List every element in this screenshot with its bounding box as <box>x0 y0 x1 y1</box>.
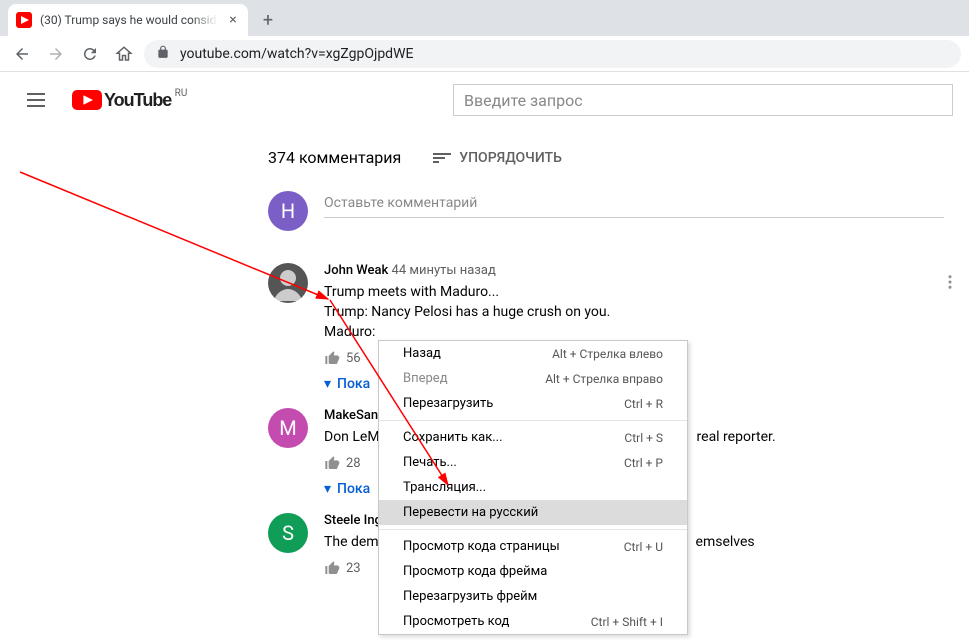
like-button[interactable]: 23 <box>324 560 361 576</box>
context-menu-label: Перезагрузить фрейм <box>403 589 537 604</box>
lock-icon <box>156 45 170 63</box>
add-comment-input[interactable]: Оставьте комментарий <box>324 191 944 218</box>
context-menu-label: Печать... <box>403 455 457 470</box>
comment-text: Trump meets with Maduro... Trump: Nancy … <box>324 282 964 342</box>
context-menu-label: Перевести на русский <box>403 505 538 520</box>
chrome-toolbar: youtube.com/watch?v=xgZgpOjpdWE <box>0 36 969 72</box>
comment-time: 44 минуты назад <box>392 263 496 278</box>
context-menu-separator <box>379 420 687 421</box>
close-tab-icon[interactable]: × <box>226 13 240 27</box>
commenter-avatar[interactable]: S <box>268 513 308 553</box>
comments-count: 374 комментария <box>268 148 401 167</box>
comment-author[interactable]: Steele Ing <box>324 513 382 528</box>
comments-header: 374 комментария УПОРЯДОЧИТЬ <box>268 148 969 167</box>
like-button[interactable]: 28 <box>324 455 361 471</box>
context-menu-shortcut: Ctrl + R <box>624 397 663 411</box>
context-menu-item[interactable]: Вперед Alt + Стрелка вправо <box>379 366 687 391</box>
new-tab-button[interactable]: + <box>254 6 282 34</box>
tab-title: (30) Trump says he would consid <box>40 13 218 27</box>
context-menu-item[interactable]: Перезагрузить Ctrl + R <box>379 391 687 416</box>
browser-tab[interactable]: (30) Trump says he would consid × <box>8 4 248 36</box>
context-menu-shortcut: Alt + Стрелка вправо <box>545 372 663 386</box>
context-menu-label: Просмотр кода фрейма <box>403 564 547 579</box>
thumb-up-icon <box>324 455 340 471</box>
context-menu-item[interactable]: Перезагрузить фрейм <box>379 584 687 609</box>
caret-down-icon: ▾ <box>324 376 331 392</box>
user-avatar[interactable]: Н <box>268 191 308 231</box>
reload-button[interactable] <box>76 40 104 68</box>
context-menu-shortcut: Ctrl + P <box>624 456 663 470</box>
comment-more-icon[interactable] <box>941 273 959 295</box>
forward-button[interactable] <box>42 40 70 68</box>
context-menu-shortcut: Ctrl + U <box>624 540 663 554</box>
context-menu-label: Просмотреть код <box>403 614 509 629</box>
youtube-logo[interactable]: YouTube RU <box>72 90 171 111</box>
context-menu-item[interactable]: Просмотр кода страницы Ctrl + U <box>379 534 687 559</box>
context-menu-label: Трансляция... <box>403 480 486 495</box>
chrome-tab-strip: (30) Trump says he would consid × + <box>0 0 969 36</box>
context-menu-item[interactable]: Просмотреть код Ctrl + Shift + I <box>379 609 687 634</box>
like-count: 56 <box>346 351 361 366</box>
context-menu-shortcut: Ctrl + S <box>624 431 663 445</box>
home-button[interactable] <box>110 40 138 68</box>
commenter-avatar[interactable] <box>268 263 308 303</box>
context-menu-item[interactable]: Печать... Ctrl + P <box>379 450 687 475</box>
add-comment-row: Н Оставьте комментарий <box>268 191 969 231</box>
context-menu: Назад Alt + Стрелка влево Вперед Alt + Стре… <box>378 340 688 635</box>
youtube-play-icon <box>72 90 102 110</box>
commenter-avatar[interactable]: M <box>268 408 308 448</box>
youtube-logo-text: YouTube <box>104 90 171 111</box>
context-menu-label: Просмотр кода страницы <box>403 539 560 554</box>
comment-author[interactable]: John Weak <box>324 263 388 278</box>
sort-button[interactable]: УПОРЯДОЧИТЬ <box>433 150 562 166</box>
context-menu-item[interactable]: Перевести на русский <box>379 500 687 525</box>
like-count: 28 <box>346 456 361 471</box>
youtube-header: YouTube RU <box>0 72 969 128</box>
context-menu-shortcut: Alt + Стрелка влево <box>552 347 663 361</box>
sort-label: УПОРЯДОЧИТЬ <box>459 150 562 166</box>
youtube-country-code: RU <box>175 88 188 99</box>
caret-down-icon: ▾ <box>324 481 331 497</box>
context-menu-shortcut: Ctrl + Shift + I <box>591 615 663 629</box>
context-menu-label: Перезагрузить <box>403 396 493 411</box>
context-menu-label: Назад <box>403 346 441 361</box>
thumb-up-icon <box>324 350 340 366</box>
thumb-up-icon <box>324 560 340 576</box>
search-input[interactable] <box>454 91 952 110</box>
search-box[interactable] <box>453 84 953 116</box>
url-text: youtube.com/watch?v=xgZgpOjpdWE <box>180 46 413 62</box>
like-count: 23 <box>346 561 361 576</box>
sort-icon <box>433 153 451 163</box>
context-menu-separator <box>379 529 687 530</box>
like-button[interactable]: 56 <box>324 350 361 366</box>
context-menu-item[interactable]: Трансляция... <box>379 475 687 500</box>
hamburger-menu-icon[interactable] <box>16 80 56 120</box>
context-menu-item[interactable]: Назад Alt + Стрелка влево <box>379 341 687 366</box>
context-menu-item[interactable]: Просмотр кода фрейма <box>379 559 687 584</box>
youtube-favicon <box>16 12 32 28</box>
comment-author[interactable]: MakeSan <box>324 408 378 423</box>
context-menu-item[interactable]: Сохранить как... Ctrl + S <box>379 425 687 450</box>
address-bar[interactable]: youtube.com/watch?v=xgZgpOjpdWE <box>144 40 961 68</box>
context-menu-label: Вперед <box>403 371 448 386</box>
back-button[interactable] <box>8 40 36 68</box>
context-menu-label: Сохранить как... <box>403 430 503 445</box>
